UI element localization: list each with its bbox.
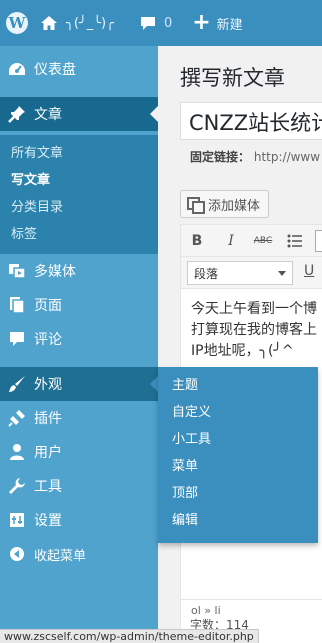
page-title: 撰写新文章: [180, 66, 285, 90]
collapse-icon: [2, 546, 32, 562]
wordpress-logo-icon: W: [6, 12, 28, 34]
plus-icon: +: [192, 10, 211, 35]
sidebar-item-label: 外观: [34, 377, 62, 393]
editor-content[interactable]: 今天上午看到一个博 打算现在我的博客上 IP地址呢，╮(╯^: [191, 299, 322, 362]
appearance-flyout-menu: 主题 自定义 小工具 菜单 顶部 编辑: [158, 367, 318, 543]
flyout-item-editor[interactable]: 编辑: [158, 507, 318, 534]
sidebar-item-label: 设置: [34, 513, 62, 529]
flyout-item-themes[interactable]: 主题: [158, 372, 318, 399]
italic-button[interactable]: I: [221, 231, 241, 251]
sidebar-item-label: 插件: [34, 411, 62, 427]
sidebar-item-label: 收起菜单: [34, 548, 87, 564]
flyout-item-menus[interactable]: 菜单: [158, 453, 318, 480]
collapse-menu-button[interactable]: 收起菜单: [0, 537, 158, 571]
wp-logo-menu[interactable]: W: [0, 0, 34, 46]
sidebar-item-label: 工具: [34, 479, 62, 495]
content-line: 打算现在我的博客上: [191, 322, 317, 338]
toolbar-more-button[interactable]: [315, 230, 322, 252]
flyout-item-widgets[interactable]: 小工具: [158, 426, 318, 453]
main-content: 撰写新文章 CNZZ站长统计 固定链接： http://www 添加媒体 B I…: [158, 46, 322, 643]
media-icon: [187, 197, 205, 214]
sidebar-item-settings[interactable]: 设置: [0, 503, 158, 537]
submenu-item-tags[interactable]: 标签: [0, 221, 158, 248]
sidebar-item-posts[interactable]: 文章: [0, 97, 158, 131]
posts-submenu: 所有文章 写文章 分类目录 标签: [0, 135, 158, 254]
admin-sidebar: 仪表盘 文章 所有文章 写文章 分类目录 标签 多媒体 页面 评论 外观 插件 …: [0, 46, 158, 643]
bold-button[interactable]: B: [187, 231, 207, 251]
wrench-icon: [2, 477, 32, 495]
admin-bar: W ╮(╯_╰)╭ 0 + 新建: [0, 0, 322, 46]
settings-icon: [2, 512, 32, 528]
editor-toolbar-primary: B I ABC: [181, 225, 322, 257]
bullet-list-icon: [287, 234, 303, 248]
permalink-label: 固定链接：: [190, 150, 251, 164]
sidebar-item-users[interactable]: 用户: [0, 435, 158, 469]
sidebar-item-label: 评论: [34, 332, 62, 348]
flyout-item-header[interactable]: 顶部: [158, 480, 318, 507]
bullet-list-button[interactable]: [285, 231, 305, 251]
pin-icon: [2, 105, 32, 123]
add-media-label: 添加媒体: [208, 198, 261, 214]
permalink: 固定链接： http://www: [190, 148, 320, 165]
permalink-url[interactable]: http://www: [254, 150, 320, 164]
new-label: 新建: [216, 17, 243, 33]
comments-menu[interactable]: 0: [114, 0, 172, 46]
site-name: ╮(╯_╰)╭: [66, 15, 114, 31]
content-line: 今天上午看到一个博: [191, 301, 317, 317]
editor-toolbar-secondary: 段落 U: [181, 257, 322, 289]
sidebar-item-comments[interactable]: 评论: [0, 322, 158, 356]
flyout-item-customize[interactable]: 自定义: [158, 399, 318, 426]
sidebar-item-tools[interactable]: 工具: [0, 469, 158, 503]
brush-icon: [2, 375, 32, 393]
comments-count: 0: [163, 15, 173, 31]
add-media-button[interactable]: 添加媒体: [180, 190, 270, 218]
sidebar-item-label: 文章: [34, 107, 62, 123]
sidebar-item-label: 用户: [34, 445, 62, 461]
format-select-value: 段落: [194, 267, 219, 281]
site-name-menu[interactable]: ╮(╯_╰)╭: [34, 0, 114, 46]
dashboard-icon: [2, 62, 32, 76]
comment-bubble-icon: [140, 16, 156, 31]
sidebar-item-pages[interactable]: 页面: [0, 288, 158, 322]
status-bar-url: www.zscself.com/wp-admin/theme-editor.ph…: [0, 629, 259, 643]
submenu-item-add-new[interactable]: 写文章: [0, 167, 158, 194]
content-line: IP地址呢，╮(╯^: [191, 343, 294, 359]
page-icon: [2, 296, 32, 314]
home-icon: [40, 15, 58, 31]
sidebar-item-label: 仪表盘: [34, 62, 76, 78]
plugin-icon: [2, 409, 32, 427]
media-icon: [2, 263, 32, 279]
sidebar-item-label: 多媒体: [34, 264, 76, 280]
submenu-item-categories[interactable]: 分类目录: [0, 194, 158, 221]
sidebar-item-dashboard[interactable]: 仪表盘: [0, 52, 158, 86]
underline-button[interactable]: U: [304, 263, 314, 279]
post-title-input[interactable]: CNZZ站长统计: [180, 102, 322, 140]
chevron-down-icon: [278, 271, 286, 276]
user-icon: [2, 443, 32, 461]
sidebar-item-plugins[interactable]: 插件: [0, 401, 158, 435]
submenu-item-all-posts[interactable]: 所有文章: [0, 140, 158, 167]
new-content-menu[interactable]: + 新建: [172, 0, 242, 46]
format-select[interactable]: 段落: [187, 261, 293, 285]
sidebar-item-media[interactable]: 多媒体: [0, 254, 158, 288]
comment-icon: [2, 331, 32, 347]
sidebar-item-appearance[interactable]: 外观: [0, 367, 158, 401]
strikethrough-button[interactable]: ABC: [253, 231, 273, 251]
sidebar-item-label: 页面: [34, 298, 62, 314]
